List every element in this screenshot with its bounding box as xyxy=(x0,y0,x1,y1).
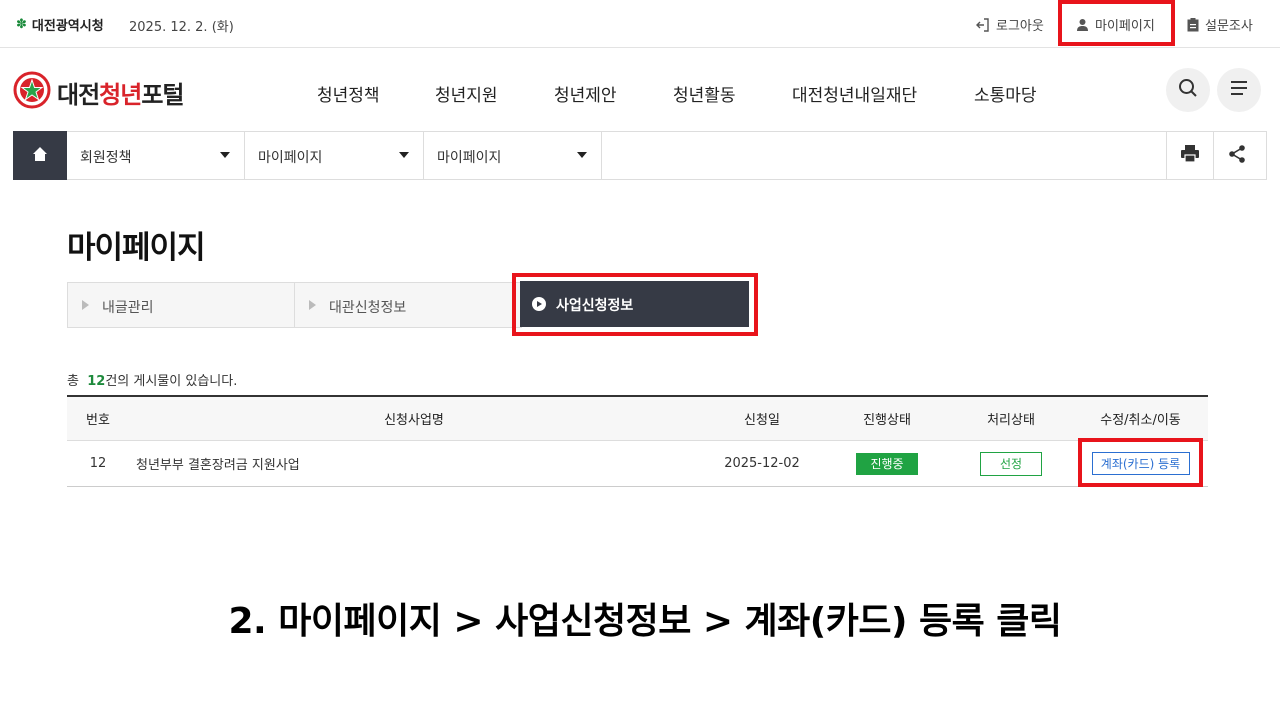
survey-label: 설문조사 xyxy=(1205,19,1253,34)
col-status: 처리상태 xyxy=(987,413,1035,428)
chevron-down-icon xyxy=(220,152,230,158)
arrow-right-icon xyxy=(309,300,316,310)
survey-link[interactable]: 설문조사 xyxy=(1187,15,1253,34)
logout-icon xyxy=(976,17,990,32)
logo-tail: 포털 xyxy=(141,80,184,109)
gov-name: 대전광역시청 xyxy=(31,19,104,34)
emblem-icon xyxy=(13,71,51,113)
home-icon xyxy=(32,146,48,166)
search-icon xyxy=(1178,78,1198,102)
location-depth3[interactable]: 마이페이지 xyxy=(424,132,602,179)
count-suffix: 건의 게시물이 있습니다. xyxy=(105,374,238,389)
search-button[interactable] xyxy=(1166,68,1210,112)
site-header: 대전청년포털 청년정책 청년지원 청년제안 청년활동 대전청년내일재단 소통마당 xyxy=(0,48,1280,132)
location-depth1-label: 회원정책 xyxy=(80,150,132,166)
location-bar: 회원정책 마이페이지 마이페이지 xyxy=(13,131,1267,180)
location-depth2-label: 마이페이지 xyxy=(258,150,323,166)
logo-text: 대전청년포털 xyxy=(57,75,185,110)
site-logo[interactable]: 대전청년포털 xyxy=(13,71,185,113)
print-icon xyxy=(1181,145,1199,166)
row-date: 2025-12-02 xyxy=(724,456,800,471)
arrow-right-icon xyxy=(82,300,89,310)
chevron-down-icon xyxy=(577,152,587,158)
page-title: 마이페이지 xyxy=(67,230,206,266)
hamburger-icon xyxy=(1229,80,1249,100)
progress-badge: 진행중 xyxy=(856,452,918,475)
table-row: 12 청년부부 결혼장려금 지원사업 2025-12-02 진행중 선정 계좌(… xyxy=(67,441,1208,487)
flower-icon: ✽ xyxy=(16,17,27,32)
home-button[interactable] xyxy=(13,131,67,180)
nav-youth-policy[interactable]: 청년정책 xyxy=(317,81,380,106)
col-project-name: 신청사업명 xyxy=(384,413,444,428)
gov-link[interactable]: ✽ 대전광역시청 xyxy=(16,15,104,34)
logout-label: 로그아웃 xyxy=(996,19,1044,34)
location-depth2[interactable]: 마이페이지 xyxy=(245,132,424,179)
share-button[interactable] xyxy=(1213,132,1260,179)
nav-youth-proposal[interactable]: 청년제안 xyxy=(554,81,617,106)
tab-my-posts-label: 내글관리 xyxy=(102,300,154,316)
highlight-mypage xyxy=(1058,0,1175,46)
row-progress: 진행중 xyxy=(825,441,949,486)
highlight-register-button xyxy=(1078,438,1203,487)
print-button[interactable] xyxy=(1166,132,1213,179)
nav-community[interactable]: 소통마당 xyxy=(974,81,1037,106)
tab-rental-info-label: 대관신청정보 xyxy=(329,300,407,316)
application-table: 번호 신청사업명 신청일 진행상태 처리상태 수정/취소/이동 12 청년부부 … xyxy=(67,395,1208,487)
col-date: 신청일 xyxy=(744,413,780,428)
logo-accent: 청년 xyxy=(99,80,142,109)
row-status: 선정 xyxy=(949,441,1073,486)
location-depth3-label: 마이페이지 xyxy=(437,150,502,166)
row-project-name[interactable]: 청년부부 결혼장려금 지원사업 xyxy=(136,441,696,486)
table-header: 번호 신청사업명 신청일 진행상태 처리상태 수정/취소/이동 xyxy=(67,395,1208,441)
share-icon xyxy=(1228,144,1246,167)
nav-youth-support[interactable]: 청년지원 xyxy=(435,81,498,106)
instruction-caption: 2. 마이페이지 > 사업신청정보 > 계좌(카드) 등록 클릭 xyxy=(228,601,1062,642)
col-number: 번호 xyxy=(86,413,110,428)
clipboard-icon xyxy=(1187,17,1199,32)
tab-rental-info[interactable]: 대관신청정보 xyxy=(294,282,522,328)
col-actions: 수정/취소/이동 xyxy=(1100,413,1181,428)
col-progress: 진행상태 xyxy=(863,413,911,428)
post-count: 총 12건의 게시물이 있습니다. xyxy=(67,370,237,389)
count-number: 12 xyxy=(87,374,106,389)
logout-link[interactable]: 로그아웃 xyxy=(976,15,1044,34)
logo-main: 대전 xyxy=(57,80,100,109)
status-badge: 선정 xyxy=(980,451,1042,476)
row-number: 12 xyxy=(89,456,107,471)
tab-my-posts[interactable]: 내글관리 xyxy=(67,282,295,328)
count-prefix: 총 xyxy=(67,374,79,389)
nav-youth-activity[interactable]: 청년활동 xyxy=(673,81,736,106)
current-date: 2025. 12. 2. (화) xyxy=(129,20,234,35)
highlight-tab xyxy=(512,273,758,336)
menu-button[interactable] xyxy=(1217,68,1261,112)
location-depth1[interactable]: 회원정책 xyxy=(67,132,245,179)
nav-foundation[interactable]: 대전청년내일재단 xyxy=(792,81,917,106)
chevron-down-icon xyxy=(399,152,409,158)
